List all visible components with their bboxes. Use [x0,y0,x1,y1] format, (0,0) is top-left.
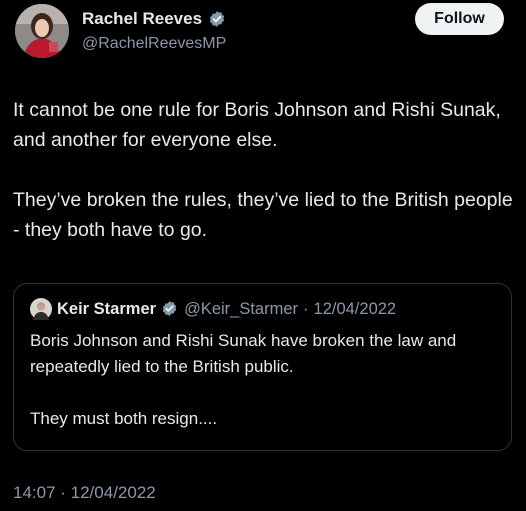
quoted-paragraph: They must both resign.... [30,409,218,428]
quoted-paragraph: Boris Johnson and Rishi Sunak have broke… [30,331,457,376]
tweet-paragraph: They’ve broken the rules, they’ve lied t… [13,189,513,241]
quoted-tweet-header: Keir Starmer @Keir_Starmer · 12/04/2022 [30,298,396,320]
quoted-author-avatar [30,298,52,320]
author-display-name[interactable]: Rachel Reeves [82,9,202,29]
quoted-date: 12/04/2022 [313,299,397,318]
author-handle[interactable]: @RachelReevesMP [82,35,226,53]
quoted-tweet[interactable]: Keir Starmer @Keir_Starmer · 12/04/2022 … [13,283,512,451]
tweet-card: Rachel Reeves @RachelReevesMP Follow It … [0,0,526,511]
quoted-verified-badge-icon [161,300,179,318]
quoted-author-name: Keir Starmer [57,299,157,318]
tweet-timestamp[interactable]: 14:07 · 12/04/2022 [13,483,156,503]
verified-badge-icon [208,10,226,28]
quoted-tweet-body: Boris Johnson and Rishi Sunak have broke… [30,328,500,432]
quoted-author-handle: @Keir_Starmer [184,299,299,318]
tweet-body: It cannot be one rule for Boris Johnson … [13,95,518,245]
author-name-row: Rachel Reeves [82,9,226,29]
follow-button[interactable]: Follow [415,3,504,35]
author-avatar[interactable] [15,4,69,58]
quoted-separator: · [303,299,309,318]
tweet-paragraph: It cannot be one rule for Boris Johnson … [13,99,501,151]
